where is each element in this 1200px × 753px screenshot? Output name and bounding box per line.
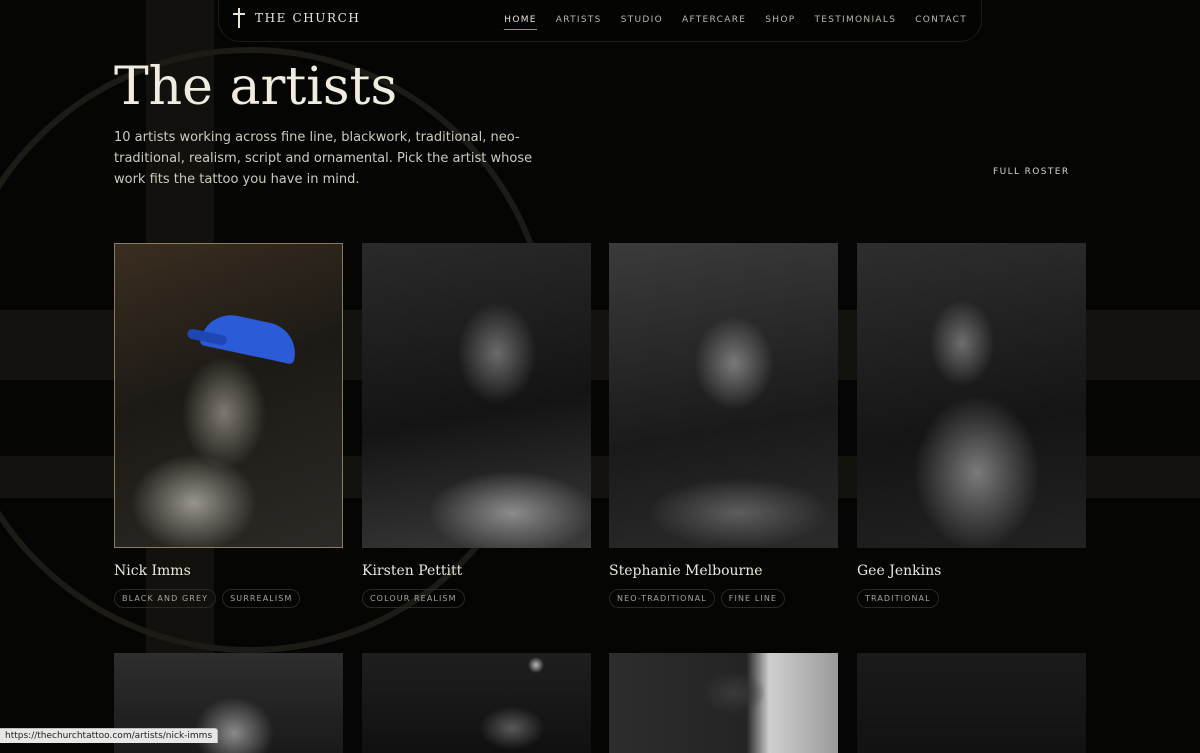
blue-cap-detail	[199, 309, 301, 365]
brand-logo[interactable]: THE CHURCH	[233, 8, 360, 28]
artist-photo[interactable]	[362, 653, 591, 753]
brand-name: THE CHURCH	[255, 11, 361, 25]
page-intro: 10 artists working across fine line, bla…	[114, 130, 533, 187]
artist-card[interactable]: Gee Jenkins TRADITIONAL	[857, 243, 1086, 608]
style-tag: BLACK AND GREY	[114, 589, 217, 608]
artist-name[interactable]: Stephanie Melbourne	[609, 563, 838, 579]
artist-tags: BLACK AND GREY SURREALISM	[114, 589, 343, 608]
artist-name[interactable]: Nick Imms	[114, 563, 343, 579]
link-status-bar: https://thechurchtattoo.com/artists/nick…	[0, 728, 219, 743]
style-tag: NEO-TRADITIONAL	[609, 589, 715, 608]
artist-name[interactable]: Gee Jenkins	[857, 563, 1086, 579]
artist-photo[interactable]	[609, 653, 838, 753]
cross-icon	[233, 8, 245, 28]
artist-card-row2[interactable]	[857, 653, 1086, 753]
style-tag: FINE LINE	[720, 589, 786, 608]
artist-name[interactable]: Kirsten Pettitt	[362, 563, 591, 579]
nav-contact[interactable]: CONTACT	[915, 15, 967, 30]
artist-photo[interactable]	[114, 243, 343, 548]
page-title: The artists	[114, 57, 398, 117]
nav-home[interactable]: HOME	[504, 15, 537, 30]
artist-photo[interactable]	[857, 243, 1086, 548]
artist-card-row2[interactable]	[609, 653, 838, 753]
artist-photo[interactable]	[362, 243, 591, 548]
artist-tags: COLOUR REALISM	[362, 589, 591, 608]
nav-studio[interactable]: STUDIO	[621, 15, 663, 30]
nav-shop[interactable]: SHOP	[765, 15, 795, 30]
style-tag: TRADITIONAL	[857, 589, 939, 608]
artist-tags: NEO-TRADITIONAL FINE LINE	[609, 589, 838, 608]
artist-card[interactable]: Stephanie Melbourne NEO-TRADITIONAL FINE…	[609, 243, 838, 608]
nav-testimonials[interactable]: TESTIMONIALS	[814, 15, 896, 30]
artist-card[interactable]: Kirsten Pettitt COLOUR REALISM	[362, 243, 591, 608]
artist-card[interactable]: Nick Imms BLACK AND GREY SURREALISM	[114, 243, 343, 608]
style-tag: SURREALISM	[222, 589, 301, 608]
main-menu: HOME ARTISTS STUDIO AFTERCARE SHOP TESTI…	[504, 15, 967, 30]
nav-artists[interactable]: ARTISTS	[556, 15, 602, 30]
artist-card-row2[interactable]	[362, 653, 591, 753]
nav-aftercare[interactable]: AFTERCARE	[682, 15, 746, 30]
top-navigation: THE CHURCH HOME ARTISTS STUDIO AFTERCARE…	[218, 0, 982, 42]
artist-photo[interactable]	[857, 653, 1086, 753]
full-roster-link[interactable]: FULL ROSTER	[993, 167, 1070, 177]
style-tag: COLOUR REALISM	[362, 589, 465, 608]
artist-photo[interactable]	[609, 243, 838, 548]
artist-tags: TRADITIONAL	[857, 589, 1086, 608]
